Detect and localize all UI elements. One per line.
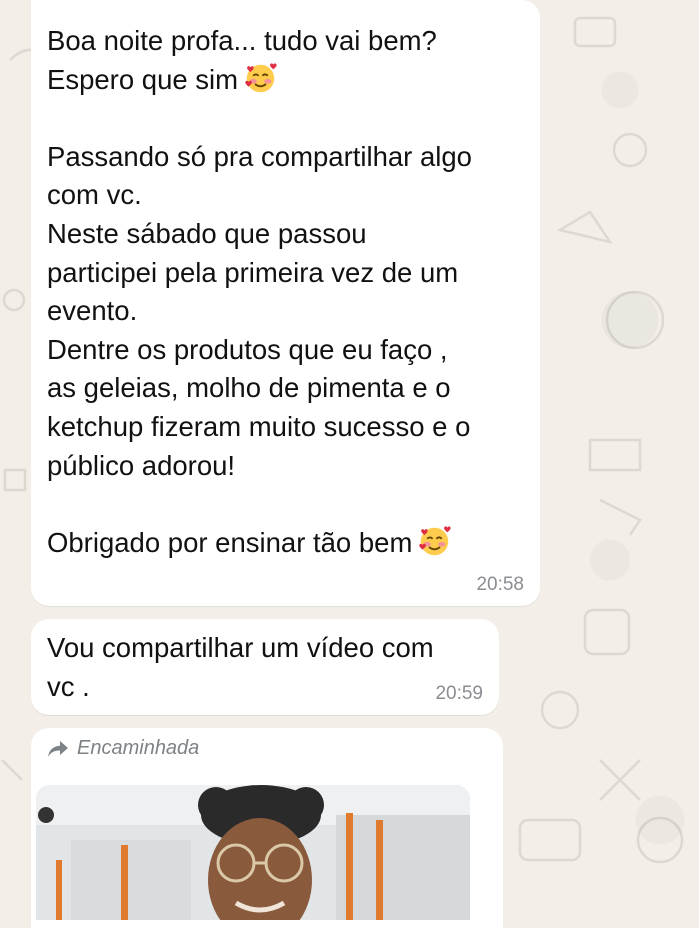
message-timestamp: 20:59	[435, 683, 483, 704]
smiling-face-with-hearts-icon	[245, 62, 277, 92]
video-preview-image	[36, 785, 470, 920]
forward-arrow-icon	[48, 740, 68, 757]
message-timestamp: 20:58	[476, 574, 524, 595]
smiling-face-with-hearts-icon	[419, 526, 451, 555]
message-bubble-incoming[interactable]: Vou compartilhar um vídeo com vc . 20:59	[31, 619, 499, 715]
message-text: Vou compartilhar um vídeo com vc .	[47, 632, 434, 702]
video-thumbnail[interactable]	[36, 785, 470, 920]
forwarded-label: Encaminhada	[77, 737, 200, 759]
forwarded-video-message[interactable]: Encaminhada	[31, 728, 503, 928]
forwarded-indicator: Encaminhada	[47, 737, 199, 760]
message-text: Boa noite profa... tudo vai bem? Espero …	[47, 25, 472, 558]
message-bubble-incoming[interactable]: Boa noite profa... tudo vai bem? Espero …	[31, 0, 540, 606]
